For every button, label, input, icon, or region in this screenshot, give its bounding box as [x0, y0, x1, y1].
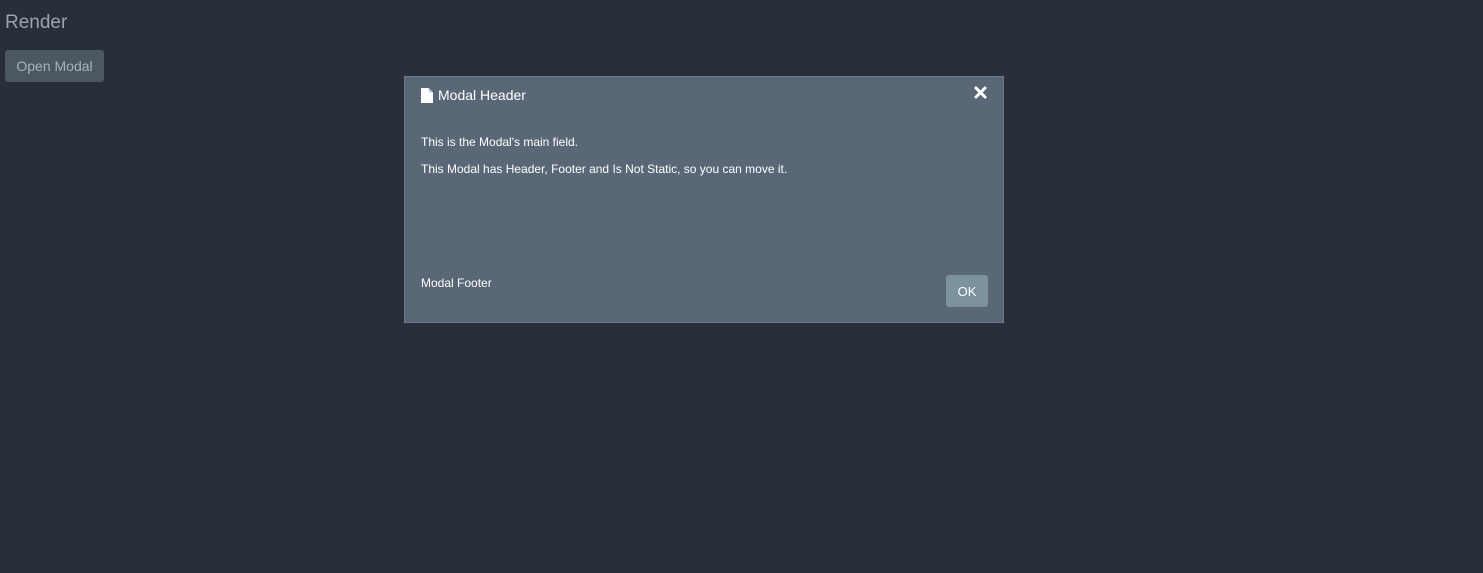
modal-dialog[interactable]: Modal Header This is the Modal's main fi… — [404, 76, 1004, 323]
close-icon[interactable] — [974, 86, 987, 99]
modal-footer-text: Modal Footer — [421, 276, 492, 290]
modal-body-text: This Modal has Header, Footer and Is Not… — [421, 162, 788, 176]
modal-title: Modal Header — [438, 87, 526, 103]
page-title: Render — [5, 12, 68, 33]
open-modal-button[interactable]: Open Modal — [5, 50, 104, 82]
ok-button[interactable]: OK — [946, 275, 988, 307]
document-icon — [421, 87, 433, 103]
modal-body: This is the Modal's main field. This Mod… — [421, 135, 787, 189]
modal-header[interactable]: Modal Header — [421, 86, 526, 104]
modal-body-text: This is the Modal's main field. — [421, 135, 579, 149]
